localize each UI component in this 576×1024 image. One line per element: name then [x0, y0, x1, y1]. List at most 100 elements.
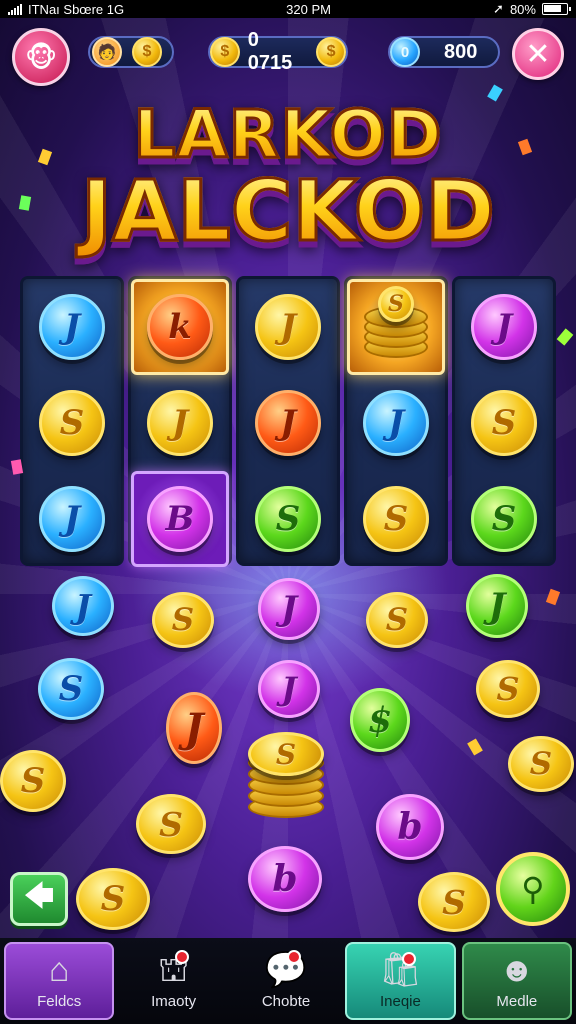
back-button[interactable]: 🡄	[10, 872, 68, 926]
coin-balance-pill[interactable]: $ 0 0715 $	[208, 29, 348, 74]
coin-glyph: S	[59, 403, 85, 443]
status-right: ➚ 80%	[493, 1, 571, 17]
coin-glyph: S	[491, 403, 517, 443]
green-coin: S	[255, 486, 321, 552]
gem-balance: 800	[444, 40, 478, 63]
notification-badge	[401, 952, 416, 966]
battery-percent: 80%	[509, 1, 536, 17]
player-avatar[interactable]: 🐵	[12, 28, 70, 86]
reel-5: J S S	[452, 276, 556, 566]
coin-icon: $	[132, 37, 162, 67]
reel-cell[interactable]: J	[239, 279, 337, 375]
friend-avatar-icon: 🧑	[92, 37, 122, 67]
close-button[interactable]: ✕	[512, 28, 564, 80]
gold-coin: S	[508, 736, 574, 792]
blue-coin: J	[39, 294, 105, 360]
orange-coin: J	[255, 390, 321, 456]
nav-item-chat[interactable]: 💬 Chobte	[233, 942, 339, 1020]
confetti-piece	[467, 738, 483, 756]
profile-pill[interactable]: 🧑 $	[88, 36, 174, 68]
notification-badge	[174, 950, 189, 964]
coin-glyph: S	[275, 499, 301, 539]
profile-icon: ☻	[498, 950, 535, 989]
coin-glyph: S	[383, 499, 409, 539]
gem-balance-pill[interactable]: 0 800	[388, 36, 500, 68]
coin-glyph: J	[279, 307, 297, 347]
reel-cell[interactable]: S	[23, 375, 121, 471]
reel-cell[interactable]: S	[455, 375, 553, 471]
reel-cell[interactable]: J	[239, 375, 337, 471]
reel-cell[interactable]: S	[347, 279, 445, 375]
confetti-piece	[545, 588, 561, 606]
gold-coin: J	[147, 390, 213, 456]
coin-balance: 0 0715	[247, 29, 293, 74]
key-icon: ⚲	[521, 870, 545, 908]
reel-cell[interactable]: S	[347, 471, 445, 567]
slot-reels: J S Jk J B J J S S J S J S S	[20, 276, 556, 567]
reel-cell[interactable]: J	[131, 375, 229, 471]
orange-coin: J	[166, 692, 222, 764]
reel-cell[interactable]: S	[239, 471, 337, 567]
gold-coin: J	[255, 294, 321, 360]
coin-glyph: J	[63, 499, 81, 539]
coin-glyph: B	[165, 499, 195, 539]
battery-icon	[541, 3, 571, 15]
coin-glyph: J	[495, 307, 513, 347]
coin-glyph: J	[171, 403, 189, 443]
nav-item-profile[interactable]: ☻ Medle	[461, 942, 573, 1020]
top-hud: 🐵 🧑 $ $ 0 0715 $ 0 800 ✕	[0, 24, 576, 86]
blue-coin: J	[39, 486, 105, 552]
bottom-nav: ⌂ Feldcs ⛫ Imaoty 💬 Chobte 🛍 Ineqie ☻ Medle	[0, 938, 576, 1024]
gem-icon: 0	[390, 37, 420, 67]
clock: 320 PM	[286, 1, 331, 17]
bonus-coin-button[interactable]: ⚲	[496, 852, 570, 926]
nav-label: Ineqie	[379, 992, 421, 1010]
pink-coin: J	[258, 578, 320, 640]
status-bar: ITNaı Sbœre 1G 320 PM ➚ 80%	[0, 0, 576, 18]
close-icon: ✕	[525, 36, 551, 72]
pink-coin: J	[471, 294, 537, 360]
gold-coin: S	[418, 872, 490, 932]
coin-icon: $	[210, 37, 240, 67]
reel-cell[interactable]: J	[23, 279, 121, 375]
nav-item-home[interactable]: ⌂ Feldcs	[4, 942, 115, 1020]
reel-cell[interactable]: J	[23, 471, 121, 567]
gold-coin: S	[363, 486, 429, 552]
add-coins-icon[interactable]: $	[316, 37, 346, 67]
pink-coin: b	[376, 794, 444, 860]
nav-item-shop[interactable]: 🛍 Ineqie	[345, 942, 456, 1020]
nav-label: Imaoty	[151, 992, 197, 1010]
reel-1: J S J	[20, 276, 124, 566]
blue-coin: J	[52, 576, 114, 636]
reel-cell[interactable]: J	[455, 279, 553, 375]
blue-coin: J	[363, 390, 429, 456]
status-left: ITNaı Sbœre 1G	[8, 2, 124, 17]
gold-coin: S	[152, 592, 214, 648]
reel-4: S J S	[344, 276, 448, 566]
coin-glyph: J	[279, 403, 297, 443]
pink-coin: b	[248, 846, 322, 912]
signal-icon	[8, 3, 22, 15]
gold-coin: S	[471, 390, 537, 456]
coin-glyph: k	[168, 307, 192, 347]
green-coin: J	[466, 574, 528, 638]
reel-3: J J S	[236, 276, 340, 566]
gold-coin: S	[366, 592, 428, 648]
reel-cell[interactable]: B	[131, 471, 229, 567]
green-coin: S	[471, 486, 537, 552]
nav-label: Chobte	[261, 992, 311, 1010]
game-title-line2: JALCKOD	[0, 161, 576, 262]
nav-item-inventory[interactable]: ⛫ Imaoty	[120, 942, 226, 1020]
reel-cell[interactable]: J	[347, 375, 445, 471]
carrier-label: ITNaı Sbœre 1G	[28, 1, 125, 17]
pink-coin: J	[258, 660, 320, 718]
gold-coin: S	[0, 750, 66, 812]
reel-cell[interactable]: k	[131, 279, 229, 375]
blue-coin: S	[38, 658, 104, 720]
nav-label: Medle	[496, 992, 538, 1010]
coin-stack-icon: S	[248, 732, 324, 820]
coin-glyph: J	[63, 307, 81, 347]
reel-cell[interactable]: S	[455, 471, 553, 567]
monkey-face-icon: 🐵	[24, 40, 58, 74]
coin-glyph: J	[387, 403, 405, 443]
